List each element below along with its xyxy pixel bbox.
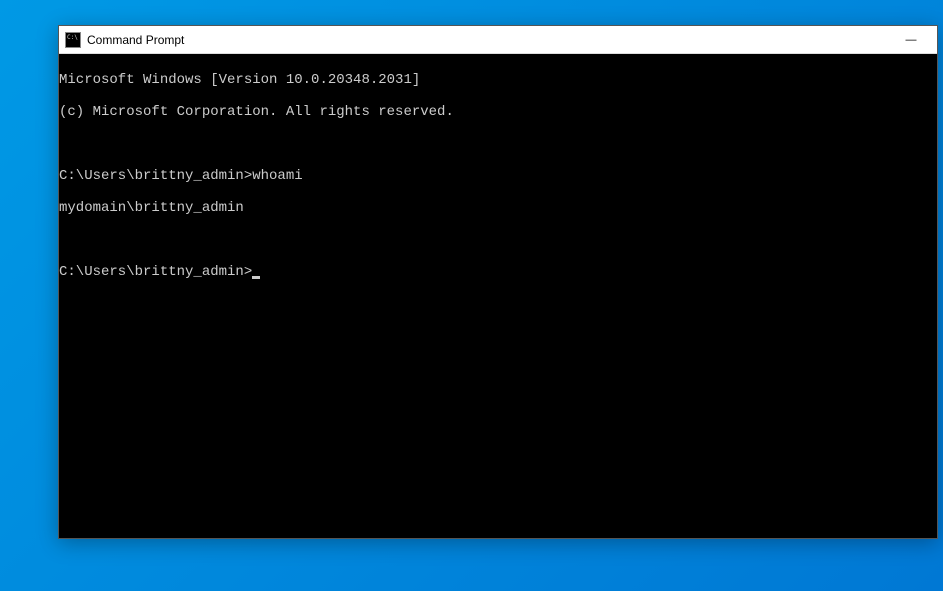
prompt-text: C:\Users\brittny_admin> [59,264,252,280]
terminal-line: Microsoft Windows [Version 10.0.20348.20… [59,72,937,88]
window-title: Command Prompt [87,33,889,47]
cmd-icon [65,32,81,48]
terminal-line [59,136,937,152]
terminal-prompt-line: C:\Users\brittny_admin> [59,264,937,280]
terminal-line: C:\Users\brittny_admin>whoami [59,168,937,184]
window-controls: — [889,26,933,53]
cursor-icon [252,276,260,279]
terminal-line: mydomain\brittny_admin [59,200,937,216]
terminal-line: (c) Microsoft Corporation. All rights re… [59,104,937,120]
terminal-output[interactable]: Microsoft Windows [Version 10.0.20348.20… [59,54,937,538]
minimize-button[interactable]: — [889,26,933,54]
titlebar[interactable]: Command Prompt — [59,26,937,54]
terminal-line [59,232,937,248]
command-prompt-window: Command Prompt — Microsoft Windows [Vers… [58,25,938,539]
